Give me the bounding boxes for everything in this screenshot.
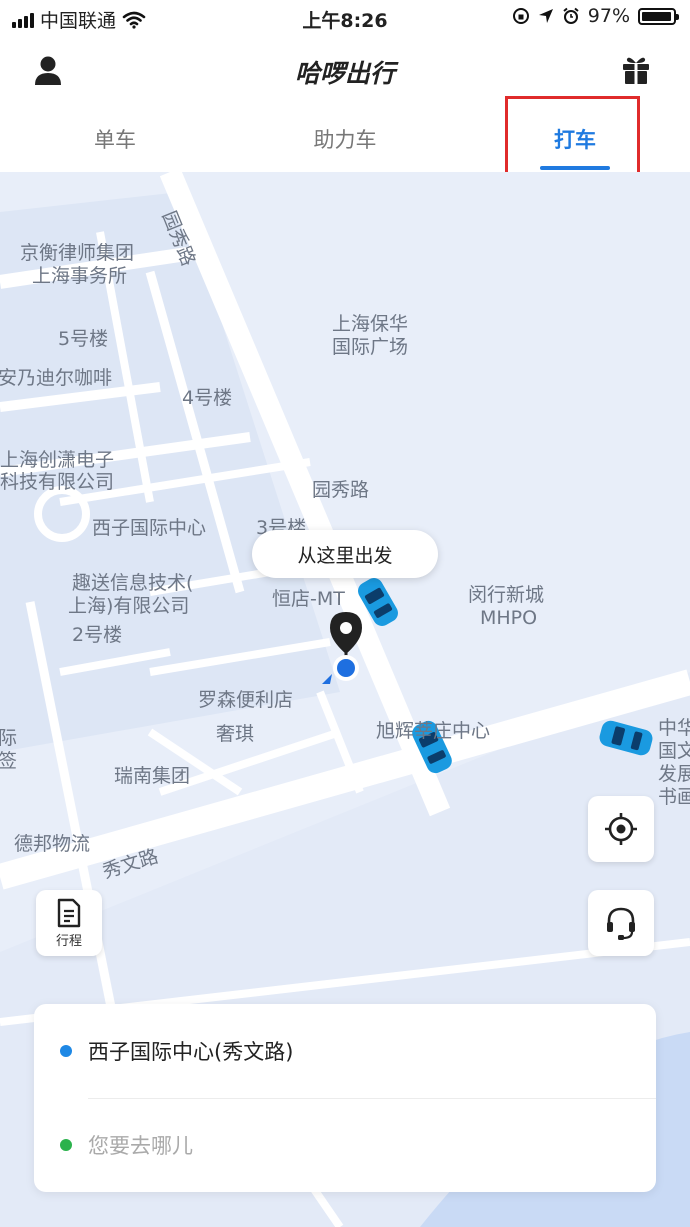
map-label: 科技有限公司 (0, 471, 115, 493)
destination-input[interactable]: 您要去哪儿 (34, 1098, 656, 1192)
map-label: 德邦物流 (14, 833, 91, 855)
trip-button-label: 行程 (55, 933, 82, 949)
map-label: 奢琪 (216, 723, 255, 745)
pickup-bubble[interactable]: 从这里出发 (252, 530, 438, 578)
origin-text: 西子国际中心(秀文路) (88, 1040, 294, 1064)
origin-dot (60, 1045, 72, 1057)
alarm-icon (563, 7, 579, 24)
locate-icon (605, 813, 637, 845)
document-icon (57, 898, 81, 927)
map-label: 趣送信息技术( (72, 572, 194, 594)
map-label: 签 (0, 750, 18, 772)
map-label: 安乃迪尔咖啡 (0, 367, 113, 389)
map-label: 5号楼 (58, 328, 109, 350)
map-label: 京衡律师集团 (20, 242, 135, 264)
destination-placeholder: 您要去哪儿 (88, 1134, 193, 1158)
map-label: 国文 (658, 740, 690, 762)
headset-icon (607, 907, 635, 940)
map-label: 上海)有限公司 (68, 595, 190, 617)
tab-ebike[interactable]: 助力车 (265, 124, 425, 154)
app-title: 哈啰出行 (294, 59, 395, 88)
map-label: 旭辉莘庄中心 (376, 720, 491, 742)
trip-button[interactable]: 行程 (36, 890, 102, 956)
map-label: 国际广场 (332, 336, 409, 358)
map-label: 4号楼 (182, 387, 233, 409)
location-arrow-icon (538, 9, 553, 23)
map-label: 园秀路 (312, 479, 370, 501)
map-label: MHPO (480, 607, 538, 629)
customer-service-button[interactable] (588, 890, 654, 956)
origin-row[interactable]: 西子国际中心(秀文路) (34, 1004, 656, 1098)
map-label: 际 (0, 727, 18, 749)
map-label: 瑞南集团 (114, 765, 191, 787)
battery-icon (638, 7, 679, 25)
battery-percent: 97% (587, 5, 630, 27)
route-card: 西子国际中心(秀文路) 您要去哪儿 (34, 1004, 656, 1192)
map-label: 书画 (658, 786, 690, 808)
map-label: 2号楼 (72, 624, 123, 646)
map-label: 发展 (658, 763, 690, 785)
map-label: 西子国际中心 (92, 517, 207, 539)
locate-button[interactable] (588, 796, 654, 862)
map-label: 恒店-MT (272, 588, 345, 610)
map-label: 上海保华 (332, 313, 409, 335)
destination-dot (60, 1139, 72, 1151)
gift-icon (623, 57, 649, 84)
status-bar: 中国联通 上午8:26 97% (0, 0, 690, 36)
map-label: 上海创潇电子 (0, 449, 115, 471)
map-label: 闵行新城 (468, 584, 545, 606)
map-label: 罗森便利店 (198, 689, 294, 711)
map-label: 中华 (658, 717, 690, 739)
map-label: 上海事务所 (32, 265, 128, 287)
rotation-lock-icon (512, 8, 529, 24)
tab-bike[interactable]: 单车 (35, 124, 195, 154)
gift-button[interactable] (616, 50, 656, 90)
